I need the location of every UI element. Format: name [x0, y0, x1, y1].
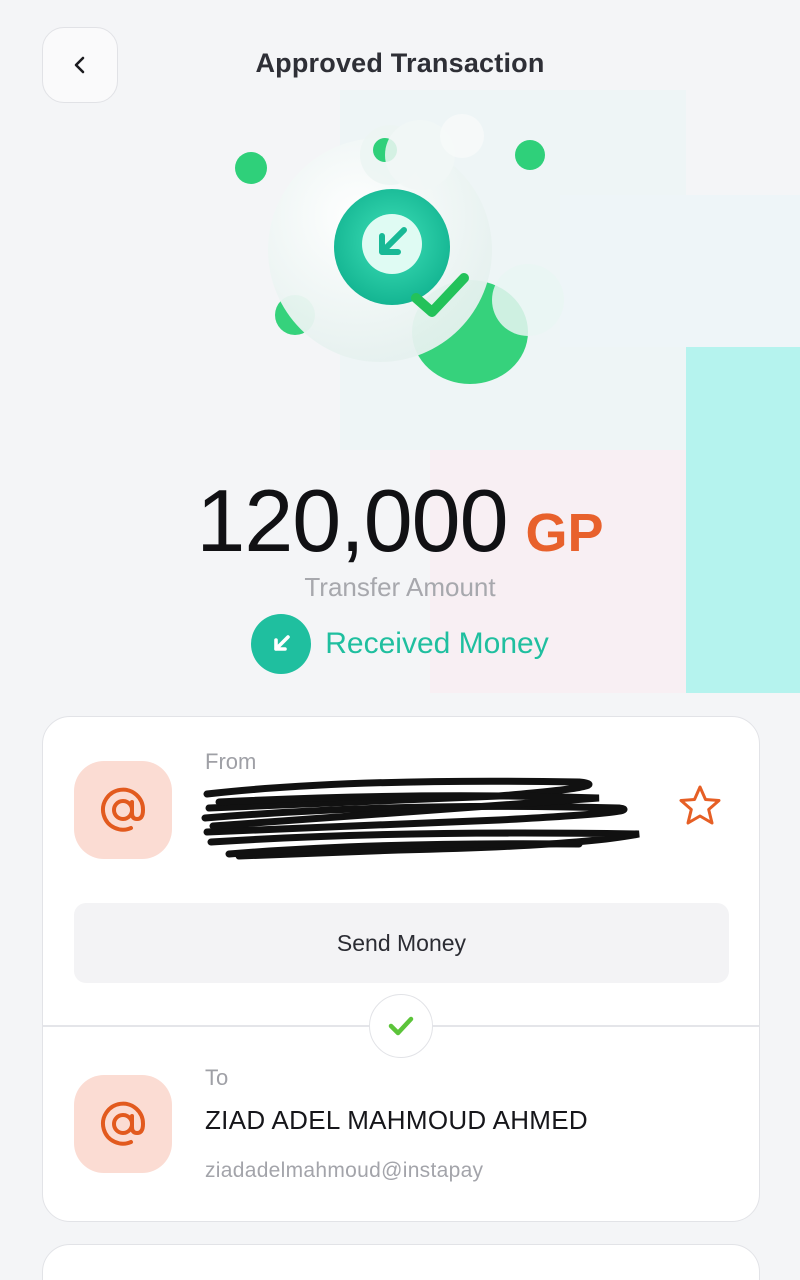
- recipient-name: ZIAD ADEL MAHMOUD AHMED: [205, 1105, 588, 1135]
- sender-avatar: [74, 761, 172, 859]
- send-money-button[interactable]: Send Money: [74, 903, 729, 983]
- at-sign-icon: [101, 787, 146, 832]
- amount-value: 120,000: [196, 471, 508, 570]
- status-text: Received Money: [325, 627, 549, 660]
- amount-currency: GP: [525, 503, 604, 563]
- star-icon[interactable]: [677, 783, 723, 829]
- arrow-down-left-icon: [251, 614, 312, 674]
- transaction-status: Received Money: [0, 614, 800, 674]
- next-card: [42, 1244, 760, 1280]
- redacted-sender-name: [201, 777, 640, 860]
- recipient-avatar: [74, 1075, 172, 1173]
- recipient-handle: ziadadelmahmoud@instapay: [205, 1159, 484, 1182]
- received-money-illustration: [235, 114, 564, 384]
- to-label: To: [205, 1065, 229, 1090]
- page-title: Approved Transaction: [255, 48, 545, 78]
- at-sign-icon: [101, 1101, 146, 1146]
- transfer-amount: 120,000 GP: [0, 470, 800, 572]
- background-decoration: [560, 195, 800, 347]
- checkmark-icon: [369, 994, 433, 1058]
- amount-label: Transfer Amount: [304, 572, 496, 602]
- transaction-parties-card: From Send Money To ZIAD ADEL MAHMOUD AHM…: [42, 716, 760, 1222]
